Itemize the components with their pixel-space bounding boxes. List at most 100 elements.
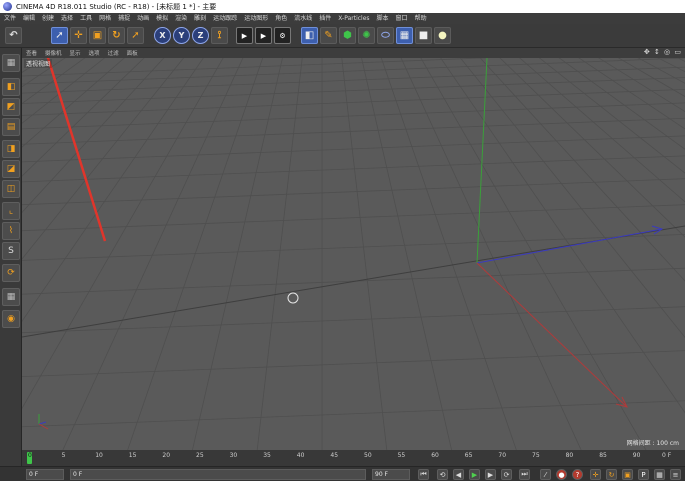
go-to-start-icon[interactable]: ⏮ — [418, 469, 429, 480]
menu-character[interactable]: 角色 — [275, 13, 287, 24]
z-axis-lock-icon[interactable]: Z — [192, 27, 209, 44]
snap-icon[interactable]: S — [2, 242, 20, 260]
lock-workplane-icon[interactable]: ▦ — [2, 288, 20, 306]
timeline-ruler[interactable]: 0 5 10 15 20 25 30 35 40 45 50 55 60 65 70 75 80 85 90 0 … — [22, 450, 685, 466]
array-icon[interactable]: ✺ — [358, 27, 375, 44]
auto-keyframing-icon[interactable]: ? — [572, 469, 583, 480]
select-icon[interactable]: ➚ — [51, 27, 68, 44]
keyframe-position-icon[interactable]: ✛ — [590, 469, 601, 480]
scale-icon[interactable]: ▣ — [89, 27, 106, 44]
timeline-tick-label: 50 — [364, 452, 372, 459]
grid-line — [361, 58, 452, 450]
soft-selection-icon[interactable]: ⟳ — [2, 264, 20, 282]
timeline-tick-label: 15 — [128, 452, 137, 459]
rotate-icon[interactable]: ↻ — [108, 27, 125, 44]
deformer-icon[interactable]: ⬭ — [377, 27, 394, 44]
move-icon[interactable]: ✛ — [70, 27, 87, 44]
coordinate-system-icon[interactable]: ⟟ — [211, 27, 228, 44]
viewport-menu-cameras[interactable]: 摄像机 — [45, 49, 62, 57]
timeline-tick-label: 30 — [229, 452, 238, 459]
grid-line — [448, 58, 685, 450]
previous-key-icon[interactable]: ⟲ — [437, 469, 448, 480]
current-frame-field[interactable]: 0 F — [26, 469, 64, 480]
end-frame-field[interactable]: 90 F — [372, 469, 410, 480]
x-axis-lock-icon[interactable]: X — [154, 27, 171, 44]
viewport-menu-display[interactable]: 显示 — [70, 49, 81, 57]
next-key-icon[interactable]: ⟳ — [501, 469, 512, 480]
grid-line — [22, 233, 685, 261]
menu-edit[interactable]: 编辑 — [23, 13, 35, 24]
cube-primitive-icon[interactable]: ◧ — [301, 27, 318, 44]
polygons-mode-icon[interactable]: ◫ — [2, 180, 20, 198]
light-icon[interactable]: ● — [434, 27, 451, 44]
timeline-tick-label: 65 — [464, 452, 473, 459]
menu-simulate[interactable]: 模拟 — [156, 13, 168, 24]
solo-icon[interactable]: ◉ — [2, 310, 20, 328]
timeline-tick-label: 10 — [95, 452, 103, 459]
tweak-mode-icon[interactable]: ⌇ — [2, 222, 20, 240]
menu-select[interactable]: 选择 — [61, 13, 73, 24]
viewport-menu-view[interactable]: 查看 — [26, 49, 37, 57]
start-frame-field[interactable]: 0 F — [70, 469, 366, 480]
model-mode-icon[interactable]: ◧ — [2, 78, 20, 96]
render-settings-icon[interactable]: ⚙ — [274, 27, 291, 44]
spline-pen-icon[interactable]: ✎ — [320, 27, 337, 44]
workplane-icon[interactable]: ▤ — [2, 118, 20, 136]
previous-frame-icon[interactable]: ◀ — [453, 469, 464, 480]
perspective-viewport[interactable]: 透视视图 网格间距 : 100 cm — [22, 58, 685, 450]
grid-line — [22, 306, 685, 334]
axis-gizmo-x — [38, 423, 49, 430]
window-title-bar: CINEMA 4D R18.011 Studio (RC - R18) - [未… — [0, 0, 685, 13]
menu-tools[interactable]: 工具 — [80, 13, 92, 24]
viewport-menu-options[interactable]: 选项 — [89, 49, 100, 57]
window-title: CINEMA 4D R18.011 Studio (RC - R18) - [未… — [16, 2, 217, 11]
motion-path-icon[interactable]: ⁄ — [540, 469, 551, 480]
timeline-playhead-label: 0 — [28, 452, 32, 459]
menu-pipeline[interactable]: 流水线 — [294, 13, 312, 24]
camera-icon[interactable]: ■ — [415, 27, 432, 44]
viewport-navigation-icons[interactable]: ✥ ↕ ◎ ▭ — [644, 48, 682, 56]
record-active-objects-icon[interactable]: ● — [556, 469, 567, 480]
texture-mode-icon[interactable]: ◩ — [2, 98, 20, 116]
menu-motion-tracker[interactable]: 运动跟踪 — [213, 13, 237, 24]
viewport-menu-panel[interactable]: 面板 — [127, 49, 138, 57]
keyframe-scale-icon[interactable]: ▣ — [622, 469, 633, 480]
render-view-icon[interactable]: ▶ — [236, 27, 253, 44]
timeline-tick-label: 40 — [296, 452, 305, 459]
go-to-end-icon[interactable]: ⏭ — [519, 469, 530, 480]
menu-create[interactable]: 创建 — [42, 13, 54, 24]
render-picture-viewer-icon[interactable]: ▶ — [255, 27, 272, 44]
keyframe-parameter-icon[interactable]: P — [638, 469, 649, 480]
menu-help[interactable]: 帮助 — [415, 13, 427, 24]
menu-script[interactable]: 脚本 — [377, 13, 389, 24]
keyframe-pla-icon[interactable]: ▦ — [654, 469, 665, 480]
timeline-menu-icon[interactable]: ≡ — [670, 469, 681, 480]
menu-mograph[interactable]: 运动图形 — [244, 13, 268, 24]
recent-tool-icon[interactable]: ➚ — [127, 27, 144, 44]
edges-mode-icon[interactable]: ◪ — [2, 160, 20, 178]
viewport-grid-canvas — [22, 58, 685, 450]
grid-line — [192, 58, 283, 450]
menu-sculpt[interactable]: 雕刻 — [194, 13, 206, 24]
menu-mesh[interactable]: 网格 — [99, 13, 111, 24]
viewport-menu-filter[interactable]: 过滤 — [108, 49, 119, 57]
menu-snap[interactable]: 捕捉 — [118, 13, 130, 24]
play-forward-icon[interactable]: ▶ — [469, 469, 480, 480]
viewport-menu-bar: 查看 摄像机 显示 选项 过滤 面板 ✥ ↕ ◎ ▭ — [22, 48, 685, 58]
menu-render[interactable]: 渲染 — [175, 13, 187, 24]
menu-plugins[interactable]: 插件 — [319, 13, 331, 24]
menu-window[interactable]: 窗口 — [396, 13, 408, 24]
menu-animate[interactable]: 动画 — [137, 13, 149, 24]
environment-icon[interactable]: ▦ — [396, 27, 413, 44]
next-frame-icon[interactable]: ▶ — [485, 469, 496, 480]
subdivision-icon[interactable]: ⬢ — [339, 27, 356, 44]
points-mode-icon[interactable]: ◨ — [2, 140, 20, 158]
make-editable-icon[interactable]: ▦ — [2, 54, 20, 72]
menu-x-particles[interactable]: X-Particles — [338, 13, 369, 24]
menu-file[interactable]: 文件 — [4, 13, 16, 24]
undo-icon[interactable]: ↶ — [5, 27, 22, 44]
axis-mode-icon[interactable]: ⌞ — [2, 202, 20, 220]
keyframe-rotation-icon[interactable]: ↻ — [606, 469, 617, 480]
grid-spacing-info: 网格间距 : 100 cm — [626, 440, 679, 447]
y-axis-lock-icon[interactable]: Y — [173, 27, 190, 44]
